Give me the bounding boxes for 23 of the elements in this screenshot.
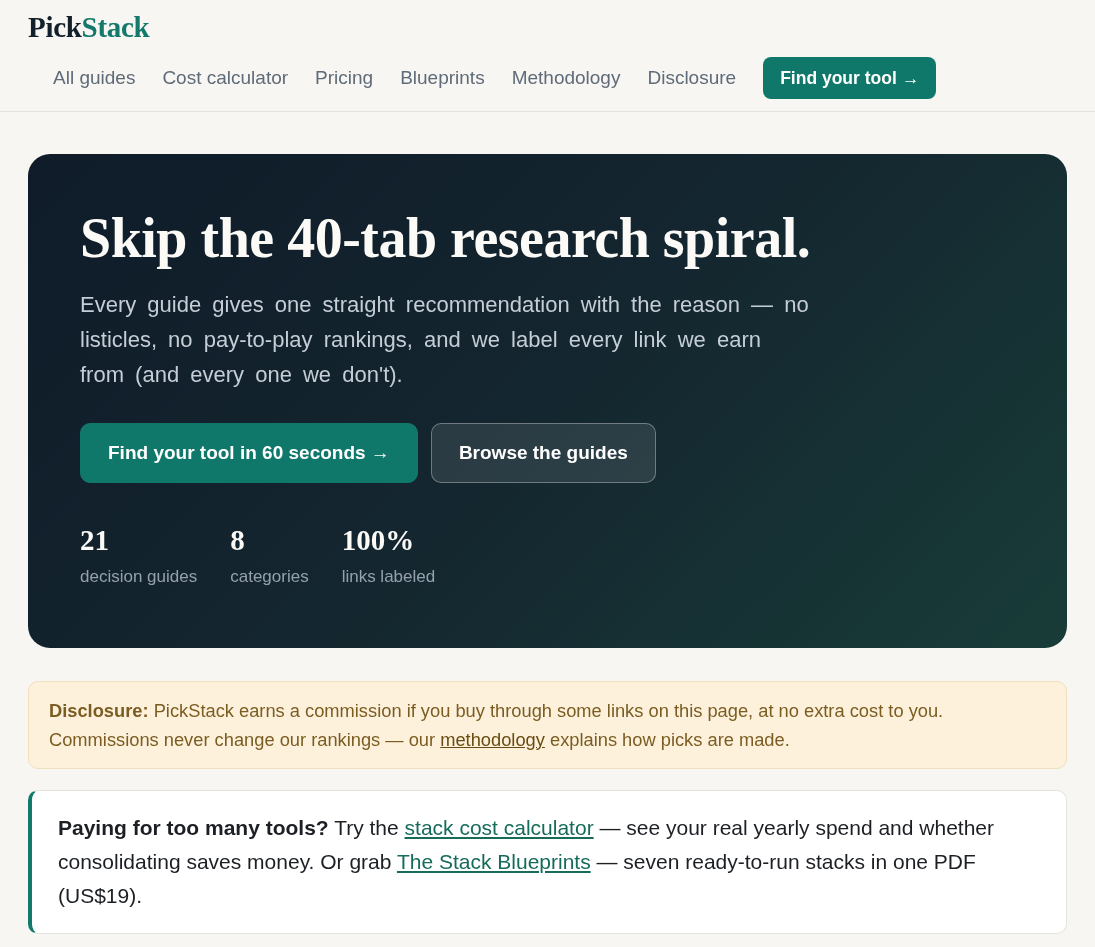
hero-heading: Skip the 40-tab research spiral. bbox=[80, 208, 811, 270]
nav-link[interactable]: Methodology bbox=[511, 63, 621, 93]
nav-link[interactable]: Pricing bbox=[315, 63, 374, 93]
inline-link[interactable]: The Stack Blueprints bbox=[396, 849, 591, 873]
disclosure-text: Disclosure: PickStack earns a commission if you buy through some links on this page, at no extra cost to you. Commissions never change our rankings — our methodology explains how picks are made. bbox=[49, 698, 945, 752]
nav-link[interactable]: Blueprints bbox=[400, 63, 485, 93]
stat-value: 21 bbox=[80, 522, 110, 558]
stat-label: links labeled bbox=[341, 565, 436, 588]
primary-button[interactable]: Find your tool in 60 seconds → bbox=[80, 422, 418, 483]
stat-value: 8 bbox=[230, 522, 246, 558]
secondary-button[interactable]: Browse the guides bbox=[430, 422, 656, 483]
stat-value: 100% bbox=[341, 522, 416, 558]
nav-link[interactable]: All guides bbox=[53, 63, 136, 93]
site-logo[interactable]: PickStack bbox=[28, 12, 150, 44]
inline-link[interactable]: stack cost calculator bbox=[404, 815, 594, 839]
nav-link[interactable]: Disclosure bbox=[647, 63, 737, 93]
promo-text: Paying for too many tools? Try the stack cost calculator — see your real yearly spend and whether consolidating saves money. Or grab The Stack Blueprints — seven ready-to-run stacks in one PDF (US$19). bbox=[58, 814, 995, 909]
stat-label: categories bbox=[230, 565, 309, 588]
inline-link[interactable]: methodology bbox=[440, 728, 545, 750]
nav-link[interactable]: Cost calculator bbox=[162, 63, 289, 93]
find-tool-button[interactable]: Find your tool → bbox=[763, 57, 937, 100]
hero-description: Every guide gives one straight recommendation with the reason — no listicles, no pay-to-play rankings, and we label every link we earn from (and every one we don't). bbox=[80, 290, 810, 389]
stat-label: decision guides bbox=[80, 565, 198, 588]
